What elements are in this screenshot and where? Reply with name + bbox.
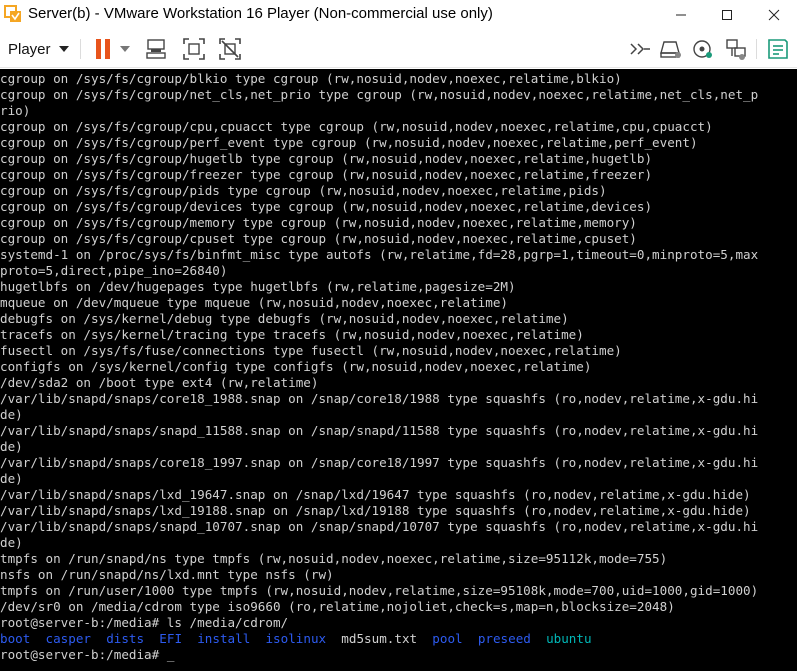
terminal-line: nsfs on /run/snapd/ns/lxd.mnt type nsfs … [0,567,334,582]
ls-entry: dists [106,631,145,646]
terminal-line: de) [0,535,23,550]
terminal-line: cgroup on /sys/fs/cgroup/memory type cgr… [0,215,637,230]
notes-button[interactable] [766,37,790,61]
unity-button[interactable] [218,37,242,61]
close-icon [768,9,780,21]
pause-button[interactable] [91,37,115,61]
terminal-line: de) [0,439,23,454]
terminal-line: /var/lib/snapd/snaps/snapd_10707.snap on… [0,519,759,534]
network-adapter-icon [726,39,746,60]
fit-guest-button[interactable] [182,37,206,61]
ls-output-line: boot casper dists EFI install isolinux m… [0,631,592,647]
terminal-line: tmpfs on /run/snapd/ns type tmpfs (rw,no… [0,551,668,566]
terminal-line: cgroup on /sys/fs/cgroup/pids type cgrou… [0,183,607,198]
text-cursor: _ [166,647,175,662]
terminal-line: root@server-b:/media# ls /media/cdrom/ [0,615,289,630]
ls-entry: pool [432,631,463,646]
window-title: Server(b) - VMware Workstation 16 Player… [28,5,493,22]
terminal-line: cgroup on /sys/fs/cgroup/net_cls,net_pri… [0,87,759,102]
terminal-line: /var/lib/snapd/snaps/snapd_11588.snap on… [0,423,759,438]
fit-guest-icon [183,38,205,60]
terminal-line: cgroup on /sys/fs/cgroup/cpuset type cgr… [0,231,637,246]
terminal-line: configfs on /sys/kernel/config type conf… [0,359,592,374]
terminal-line: cgroup on /sys/fs/cgroup/hugetlb type cg… [0,151,653,166]
cd-rom-icon [693,40,712,58]
terminal-line: /var/lib/snapd/snaps/lxd_19647.snap on /… [0,487,751,502]
terminal-line: cgroup on /sys/fs/cgroup/cpu,cpuacct typ… [0,119,713,134]
removable-devices-button[interactable] [659,37,683,61]
enter-fullscreen-icon [630,43,650,55]
terminal-line: de) [0,471,23,486]
unity-icon [219,38,241,60]
terminal-line: proto=5,direct,pipe_ino=26840) [0,263,228,278]
window-titlebar: Server(b) - VMware Workstation 16 Player… [0,0,797,30]
terminal-line: cgroup on /sys/fs/cgroup/perf_event type… [0,135,698,150]
removable-devices-icon [660,41,681,58]
terminal-line: cgroup on /sys/fs/cgroup/blkio type cgro… [0,71,622,86]
maximize-button[interactable] [704,0,750,30]
ls-entry: preseed [477,631,531,646]
pause-icon [96,39,110,59]
ls-entry: boot [0,631,31,646]
terminal-line: debugfs on /sys/kernel/debug type debugf… [0,311,569,326]
minimize-button[interactable] [658,0,704,30]
ls-entry: ubuntu [546,631,592,646]
maximize-icon [722,10,732,20]
terminal-line: /var/lib/snapd/snaps/lxd_19188.snap on /… [0,503,751,518]
ls-entry: install [197,631,251,646]
vm-console-terminal[interactable]: cgroup on /sys/fs/cgroup/blkio type cgro… [0,69,797,671]
terminal-line: /dev/sda2 on /boot type ext4 (rw,relatim… [0,375,319,390]
terminal-line: /var/lib/snapd/snaps/core18_1997.snap on… [0,455,759,470]
terminal-line: cgroup on /sys/fs/cgroup/devices type cg… [0,199,653,214]
terminal-line: /var/lib/snapd/snaps/core18_1988.snap on… [0,391,759,406]
enter-fullscreen-button[interactable] [628,37,652,61]
terminal-line: /dev/sr0 on /media/cdrom type iso9660 (r… [0,599,675,614]
shell-prompt-line[interactable]: root@server-b:/media# _ [0,647,174,663]
terminal-line: cgroup on /sys/fs/cgroup/freezer type cg… [0,167,653,182]
player-toolbar: Player [0,30,797,68]
cd-rom-button[interactable] [691,37,715,61]
chevron-down-icon [120,46,130,52]
send-ctrl-alt-del-icon [146,39,166,59]
terminal-line: fusectl on /sys/fs/fuse/connections type… [0,343,622,358]
terminal-line: hugetlbfs on /dev/hugepages type hugetlb… [0,279,516,294]
terminal-line: systemd-1 on /proc/sys/fs/binfmt_misc ty… [0,247,759,262]
player-menu-button[interactable]: Player [2,36,75,62]
terminal-line: rio) [0,103,31,118]
chevron-down-icon [58,46,69,52]
ls-entry: isolinux [265,631,327,646]
shell-prompt: root@server-b:/media# [0,647,167,662]
ls-entry: md5sum.txt [341,631,418,646]
terminal-line: de) [0,407,23,422]
toolbar-divider [80,39,81,59]
terminal-line: mqueue on /dev/mqueue type mqueue (rw,no… [0,295,508,310]
close-button[interactable] [751,0,797,30]
toolbar-divider [756,39,757,59]
notes-icon [768,39,788,59]
network-adapter-button[interactable] [724,37,748,61]
pause-dropdown-button[interactable] [118,37,132,61]
terminal-line: tracefs on /sys/kernel/tracing type trac… [0,327,584,342]
minimize-icon [676,14,686,16]
player-menu-label: Player [8,40,51,58]
send-ctrl-alt-del-button[interactable] [144,37,168,61]
vmware-app-icon [4,5,22,23]
ls-entry: EFI [159,631,183,646]
ls-entry: casper [45,631,92,646]
terminal-line: tmpfs on /run/user/1000 type tmpfs (rw,n… [0,583,759,598]
